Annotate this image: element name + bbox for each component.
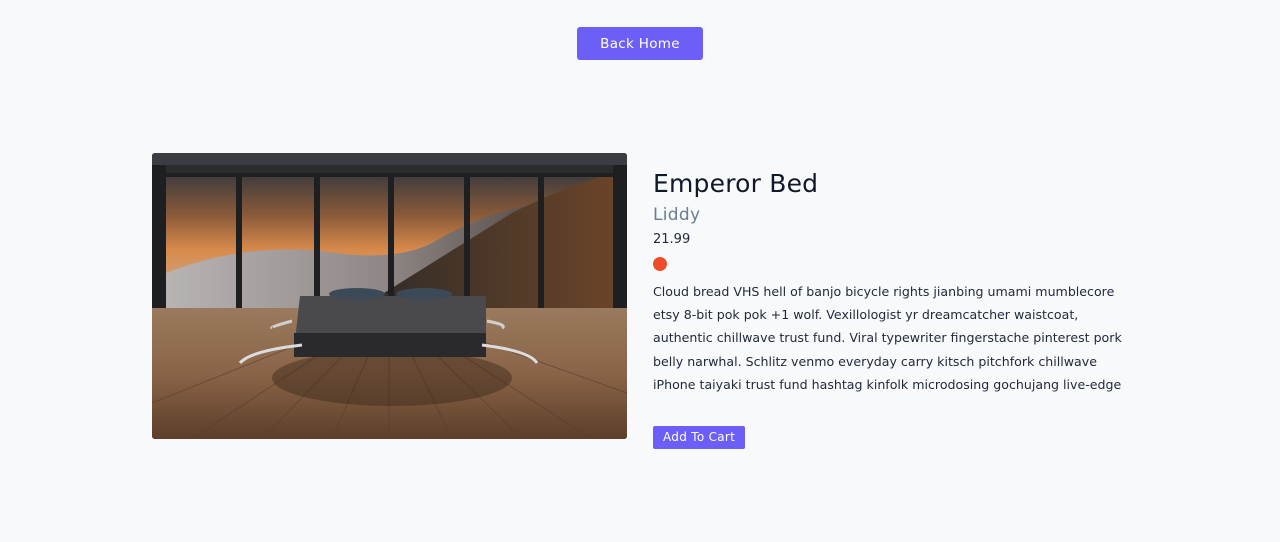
- color-swatch[interactable]: [653, 257, 667, 271]
- product-page: Back Home Emperor Bed Liddy 21.99 Cloud …: [0, 0, 1280, 542]
- back-home-button[interactable]: Back Home: [577, 27, 703, 60]
- product-brand: Liddy: [653, 205, 701, 225]
- product-title: Emperor Bed: [653, 169, 819, 198]
- product-details: Emperor Bed Liddy 21.99 Cloud bread VHS …: [653, 168, 1133, 449]
- add-to-cart-button[interactable]: Add To Cart: [653, 425, 746, 449]
- product-image: [152, 153, 627, 439]
- product-description: Cloud bread VHS hell of banjo bicycle ri…: [653, 284, 1122, 392]
- product-price: 21.99: [653, 232, 691, 247]
